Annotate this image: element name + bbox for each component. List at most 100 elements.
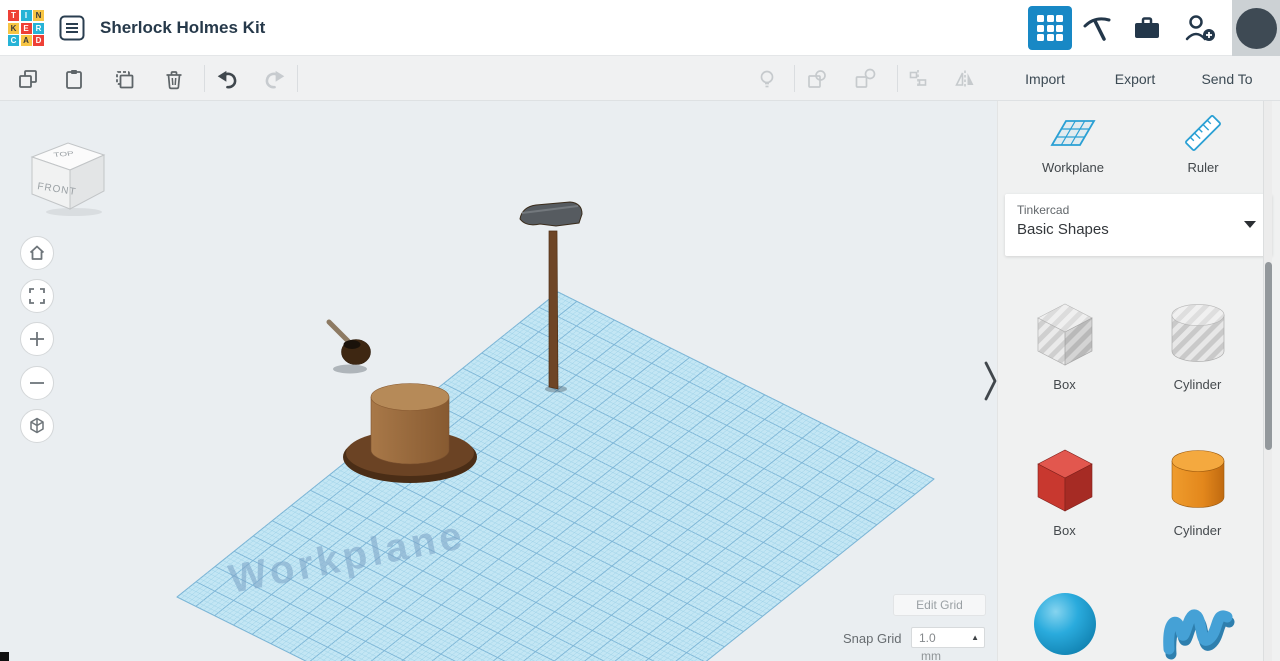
logo-letter: A: [20, 35, 32, 46]
account-menu[interactable]: [1232, 0, 1280, 56]
shape-label: Box: [1053, 377, 1076, 392]
redo-icon: [265, 70, 285, 89]
pickaxe-icon: [1083, 17, 1111, 41]
logo-letter: E: [20, 22, 32, 34]
logo-letter: T: [8, 10, 19, 21]
logo-letter: D: [33, 35, 44, 46]
user-avatar: [1235, 7, 1277, 49]
shape-solid-box[interactable]: Box: [1026, 439, 1104, 539]
category-brand: Tinkercad: [1017, 203, 1070, 217]
group-icon: [808, 70, 826, 88]
snap-grid-select[interactable]: 1.0 ▲: [911, 627, 985, 648]
workplane-tool-label: Workplane: [1042, 160, 1104, 175]
zoom-in-button[interactable]: [20, 322, 54, 356]
send-to-button[interactable]: Send To: [1188, 63, 1266, 94]
scrollbar-thumb[interactable]: [1265, 262, 1272, 450]
viewport: Workplane TOP FRONT Edit Grid Snap Grid …: [0, 101, 997, 661]
shape-hole-cylinder[interactable]: Cylinder: [1159, 293, 1237, 393]
pipe-object[interactable]: [326, 319, 371, 374]
shape-gallery: Box Cylinder Box Cylinder: [998, 293, 1264, 661]
share-user-button[interactable]: [1182, 12, 1218, 44]
snap-grid-label: Snap Grid: [843, 631, 902, 646]
app-header: T I N K E R C A D Sherlock Holmes Kit: [0, 0, 1280, 56]
home-icon: [29, 245, 45, 260]
ruler-tool[interactable]: Ruler: [1158, 111, 1248, 175]
dashboard-grid-button[interactable]: [1028, 6, 1072, 50]
kits-briefcase-button[interactable]: [1130, 14, 1164, 42]
chevron-down-icon: [1244, 221, 1256, 228]
ungroup-button[interactable]: [849, 63, 881, 95]
delete-button[interactable]: [158, 63, 190, 95]
briefcase-icon: [1135, 17, 1159, 38]
shapes-panel: Workplane Ruler Tinkercad Basic Shapes B…: [997, 101, 1280, 661]
home-view-button[interactable]: [20, 236, 54, 270]
shape-category-dropdown[interactable]: Tinkercad Basic Shapes: [1005, 194, 1272, 256]
snap-grid-value: 1.0: [919, 630, 936, 645]
panel-scrollbar[interactable]: [1263, 101, 1272, 661]
shape-hole-box[interactable]: Box: [1026, 293, 1104, 393]
trash-icon: [166, 71, 182, 90]
shape-label: Cylinder: [1173, 377, 1222, 392]
import-button[interactable]: Import: [1006, 63, 1084, 94]
shape-scribble[interactable]: [1159, 585, 1237, 661]
group-button[interactable]: [801, 63, 833, 95]
workplane-tool[interactable]: Workplane: [1028, 111, 1118, 175]
logo-letter: R: [33, 22, 44, 34]
copy-button[interactable]: [12, 63, 44, 95]
align-icon: [909, 70, 927, 88]
perspective-toggle-button[interactable]: [20, 409, 54, 443]
redo-button[interactable]: [258, 63, 290, 95]
hole-box-icon: [1036, 303, 1093, 366]
category-selected: Basic Shapes: [1017, 221, 1109, 238]
toolbar-divider: [897, 65, 898, 92]
align-button[interactable]: [902, 63, 934, 95]
3d-canvas[interactable]: Workplane: [0, 101, 997, 661]
sidebar-collapse-button[interactable]: [983, 359, 997, 408]
fit-view-button[interactable]: [20, 279, 54, 313]
logo-letter: I: [20, 10, 32, 21]
hole-cylinder-icon: [1171, 304, 1224, 362]
mirror-button[interactable]: [949, 63, 981, 95]
ruler-tool-label: Ruler: [1187, 160, 1219, 175]
paste-button[interactable]: [58, 63, 90, 95]
shape-solid-cylinder[interactable]: Cylinder: [1159, 439, 1237, 539]
export-button[interactable]: Export: [1100, 63, 1170, 94]
logo-letter: C: [8, 35, 19, 46]
toolbar-divider: [204, 65, 205, 92]
toolbar-divider: [794, 65, 795, 92]
workplane-tool-icon: [1050, 120, 1096, 146]
lightbulb-icon: [760, 70, 774, 88]
ruler-tool-icon: [1185, 115, 1221, 151]
logo-letter: N: [33, 10, 44, 21]
list-menu-icon: [59, 15, 85, 41]
toolbar-divider: [297, 65, 298, 92]
grid-icon: [1037, 15, 1063, 41]
undo-icon: [217, 70, 237, 89]
edit-toolbar: Import Export Send To: [0, 56, 1280, 101]
scribble-icon: [1162, 609, 1234, 660]
edit-grid-button[interactable]: Edit Grid: [893, 594, 986, 616]
plus-icon: [30, 332, 44, 346]
zoom-out-button[interactable]: [20, 366, 54, 400]
undo-button[interactable]: [212, 63, 244, 95]
duplicate-button[interactable]: [108, 63, 140, 95]
show-all-button[interactable]: [751, 63, 783, 95]
view-cube[interactable]: TOP FRONT: [24, 133, 112, 217]
tinkercad-logo[interactable]: T I N K E R C A D: [8, 10, 45, 47]
shape-label: Cylinder: [1173, 523, 1222, 538]
duplicate-icon: [116, 71, 134, 89]
cube-view-icon: [30, 417, 44, 434]
shape-sphere[interactable]: [1026, 585, 1104, 661]
design-menu-button[interactable]: [58, 14, 86, 42]
design-title: Sherlock Holmes Kit: [100, 18, 266, 37]
copy-icon: [19, 70, 37, 88]
tools-pickaxe-button[interactable]: [1080, 13, 1114, 43]
orange-cylinder-icon: [1171, 450, 1224, 508]
ungroup-icon: [855, 68, 876, 88]
fit-view-icon: [29, 288, 45, 304]
sphere-icon: [1033, 593, 1096, 655]
bottom-left-cutoff-element: [0, 652, 9, 661]
minus-icon: [30, 382, 44, 384]
shape-label: Box: [1053, 523, 1076, 538]
paste-icon: [66, 70, 82, 89]
